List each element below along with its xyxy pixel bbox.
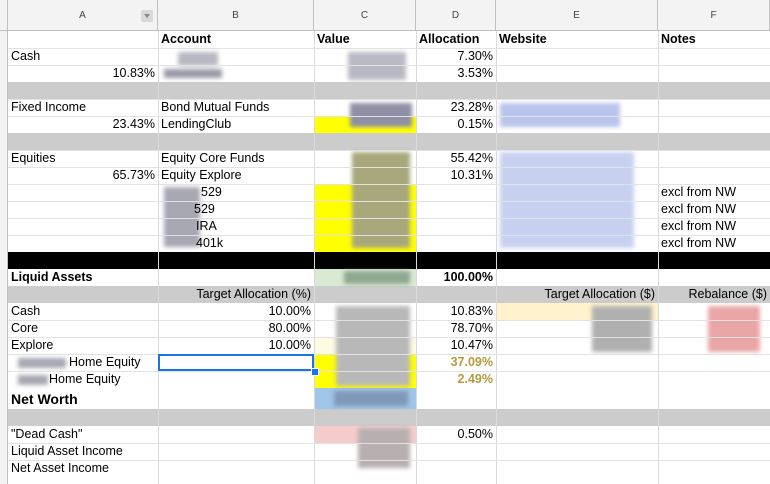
corner-cell[interactable] xyxy=(0,0,8,31)
target-pct-explore[interactable]: 10.00% xyxy=(158,337,314,354)
column-header-c[interactable]: C xyxy=(314,0,416,31)
liquid-assets-label[interactable]: Liquid Assets xyxy=(8,269,158,286)
rebalance-header[interactable]: Rebalance ($) xyxy=(658,286,770,303)
column-b-letter: B xyxy=(232,9,239,21)
gray-band xyxy=(8,82,770,99)
home-equity-alloc-1[interactable]: 37.09% xyxy=(416,354,496,371)
equities-account-5[interactable]: IRA xyxy=(193,218,303,235)
cash-pct[interactable]: 10.83% xyxy=(8,65,158,82)
black-band xyxy=(8,252,770,269)
note-excl-from-nw[interactable]: excl from NW xyxy=(658,201,770,218)
actual-pct-explore[interactable]: 10.47% xyxy=(416,337,496,354)
redacted-home-name-1 xyxy=(18,358,66,368)
header-notes[interactable]: Notes xyxy=(658,31,770,48)
grid-line xyxy=(8,201,770,202)
gray-band xyxy=(8,133,770,150)
target-allocation-usd-header[interactable]: Target Allocation ($) xyxy=(496,286,658,303)
dead-cash-alloc[interactable]: 0.50% xyxy=(416,426,496,443)
header-account[interactable]: Account xyxy=(158,31,314,48)
grid-line xyxy=(8,184,770,185)
gray-band xyxy=(8,409,770,426)
equities-label[interactable]: Equities xyxy=(8,150,158,167)
target-pct-cash[interactable]: 10.00% xyxy=(158,303,314,320)
redacted-cash-account-1 xyxy=(178,52,218,66)
grid-line xyxy=(8,218,770,219)
filter-dropdown-icon[interactable] xyxy=(141,10,153,22)
liquid-asset-income-label[interactable]: Liquid Asset Income xyxy=(8,443,158,460)
net-asset-income-label[interactable]: Net Asset Income xyxy=(8,460,158,477)
column-header-d[interactable]: D xyxy=(416,0,496,31)
redacted-target-values xyxy=(336,306,410,386)
target-allocation-pct-header[interactable]: Target Allocation (%) xyxy=(158,286,314,303)
home-equity-label-1[interactable]: Home Equity xyxy=(66,354,158,371)
note-excl-from-nw[interactable]: excl from NW xyxy=(658,235,770,252)
dead-cash-label[interactable]: "Dead Cash" xyxy=(8,426,158,443)
equities-account-6[interactable]: 401k xyxy=(193,235,303,252)
target-name-core[interactable]: Core xyxy=(8,320,158,337)
note-excl-from-nw[interactable]: excl from NW xyxy=(658,184,770,201)
column-a-letter: A xyxy=(79,9,86,21)
fixed-income-alloc-2[interactable]: 0.15% xyxy=(416,116,496,133)
spreadsheet: A B C D E F Account Value Allocation Web… xyxy=(0,0,770,484)
liquid-assets-alloc[interactable]: 100.00% xyxy=(416,269,496,286)
home-equity-alloc-2[interactable]: 2.49% xyxy=(416,371,496,388)
row-number-strip[interactable] xyxy=(0,31,8,484)
fixed-income-account-1[interactable]: Bond Mutual Funds xyxy=(158,99,314,116)
redacted-home-name-2 xyxy=(18,375,48,385)
net-worth-label[interactable]: Net Worth xyxy=(8,389,158,409)
redacted-liquid-value xyxy=(344,271,410,284)
equities-account-3[interactable]: 529 xyxy=(198,184,308,201)
cash-alloc-2[interactable]: 3.53% xyxy=(416,65,496,82)
fixed-income-account-2[interactable]: LendingClub xyxy=(158,116,314,133)
column-d-letter: D xyxy=(451,9,460,21)
fixed-income-label[interactable]: Fixed Income xyxy=(8,99,158,116)
target-name-cash[interactable]: Cash xyxy=(8,303,158,320)
column-header-e[interactable]: E xyxy=(496,0,658,31)
column-c-letter: C xyxy=(360,9,369,21)
column-header-a[interactable]: A xyxy=(8,0,158,31)
equities-alloc-1[interactable]: 55.42% xyxy=(416,150,496,167)
column-header-b[interactable]: B xyxy=(158,0,314,31)
column-e-letter: E xyxy=(573,9,580,21)
selected-cell[interactable] xyxy=(158,354,314,371)
redacted-cash-account-2 xyxy=(164,69,222,78)
grid-line xyxy=(8,235,770,236)
equities-account-1[interactable]: Equity Core Funds xyxy=(158,150,314,167)
redacted-value xyxy=(350,103,412,127)
redacted-target-usd xyxy=(592,306,652,352)
equities-pct[interactable]: 65.73% xyxy=(8,167,158,184)
actual-pct-core[interactable]: 78.70% xyxy=(416,320,496,337)
cash-label[interactable]: Cash xyxy=(8,48,158,65)
fill-handle[interactable] xyxy=(311,368,319,376)
target-name-explore[interactable]: Explore xyxy=(8,337,158,354)
redacted-website xyxy=(500,103,620,127)
redacted-net-worth xyxy=(334,391,408,406)
target-pct-core[interactable]: 80.00% xyxy=(158,320,314,337)
header-value[interactable]: Value xyxy=(314,31,416,48)
equities-alloc-2[interactable]: 10.31% xyxy=(416,167,496,184)
cash-alloc-1[interactable]: 7.30% xyxy=(416,48,496,65)
redacted-rebalance xyxy=(708,306,760,352)
column-f-letter: F xyxy=(710,9,717,21)
column-header-f[interactable]: F xyxy=(658,0,770,31)
note-excl-from-nw[interactable]: excl from NW xyxy=(658,218,770,235)
redacted-dead-cash-value xyxy=(358,428,410,468)
fixed-income-alloc-1[interactable]: 23.28% xyxy=(416,99,496,116)
actual-pct-cash[interactable]: 10.83% xyxy=(416,303,496,320)
equities-account-4[interactable]: 529 xyxy=(191,201,301,218)
header-website[interactable]: Website xyxy=(496,31,658,48)
home-equity-label-2[interactable]: Home Equity xyxy=(46,371,158,388)
equities-account-2[interactable]: Equity Explore xyxy=(158,167,314,184)
redacted-value xyxy=(348,52,406,80)
fixed-income-pct[interactable]: 23.43% xyxy=(8,116,158,133)
header-allocation[interactable]: Allocation xyxy=(416,31,496,48)
